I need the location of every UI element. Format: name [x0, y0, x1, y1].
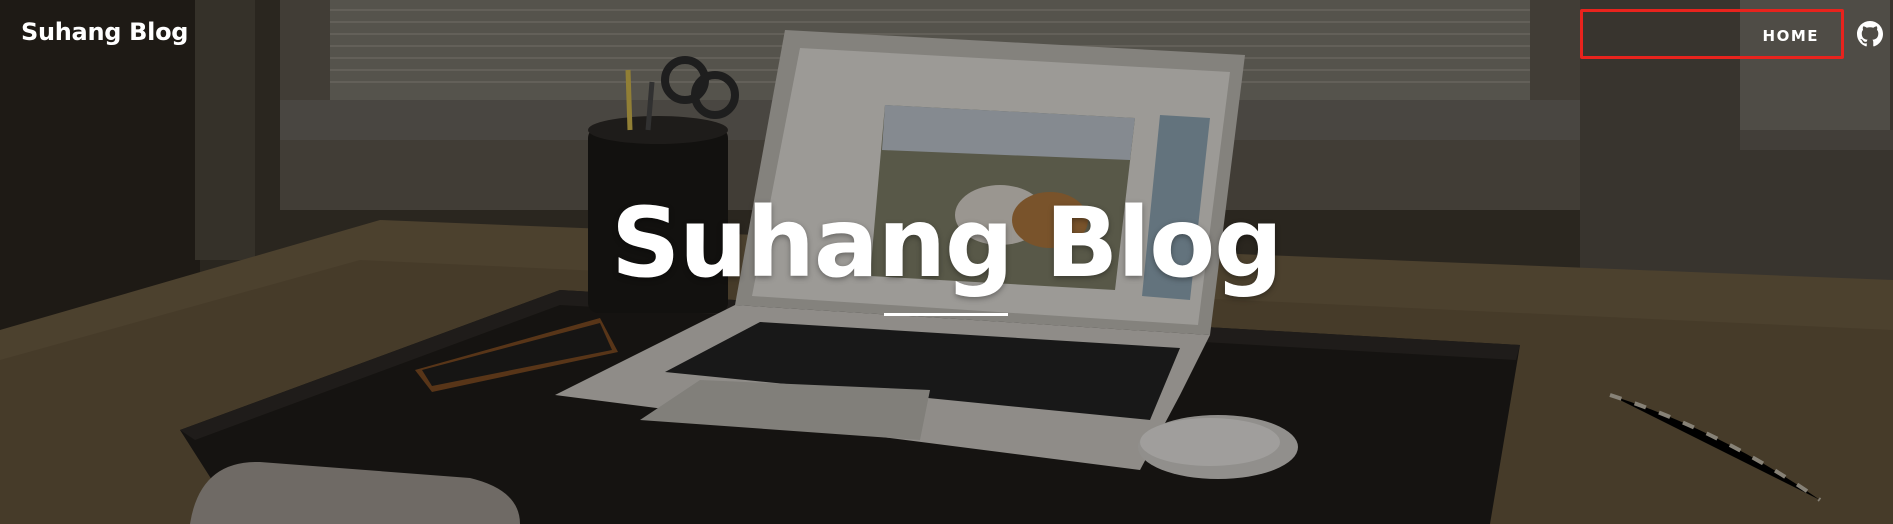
nav-home-label: HOME [1762, 27, 1819, 45]
navbar-brand[interactable]: Suhang Blog [21, 18, 188, 46]
hero-title: Suhang Blog [611, 187, 1283, 299]
hero-divider [884, 313, 1008, 316]
github-icon[interactable] [1857, 21, 1883, 47]
nav-home-link[interactable]: HOME [1580, 9, 1844, 59]
